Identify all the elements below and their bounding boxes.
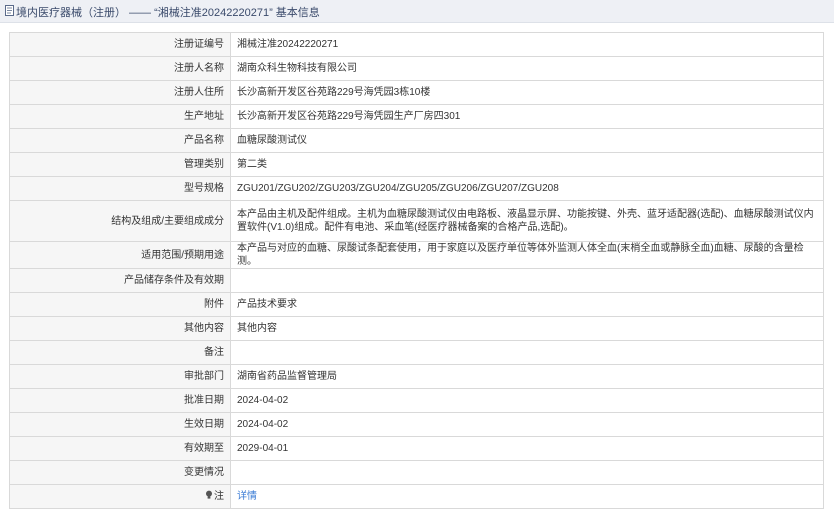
row-value-note: 详情 <box>230 484 824 509</box>
row-label-approval-date: 批准日期 <box>9 388 231 413</box>
row-label-registrant-address: 注册人住所 <box>9 80 231 105</box>
row-value-change-status <box>230 460 824 485</box>
basic-info-table: 注册证编号 湘械注准20242220271 注册人名称 湖南众科生物科技有限公司… <box>9 32 824 509</box>
table-row: 批准日期 2024-04-02 <box>9 388 824 413</box>
row-value-registrant-address: 长沙高新开发区谷苑路229号海凭园3栋10楼 <box>230 80 824 105</box>
row-label-model-spec: 型号规格 <box>9 176 231 201</box>
note-label: 注 <box>214 491 224 502</box>
table-row: 注册证编号 湘械注准20242220271 <box>9 32 824 57</box>
row-label-note: 注 <box>9 484 231 509</box>
table-row: 附件 产品技术要求 <box>9 292 824 317</box>
row-label-other-content: 其他内容 <box>9 316 231 341</box>
table-row: 备注 <box>9 340 824 365</box>
row-value-valid-until: 2029-04-01 <box>230 436 824 461</box>
table-row: 结构及组成/主要组成成分 本产品由主机及配件组成。主机为血糖尿酸测试仪由电路板、… <box>9 200 824 242</box>
document-icon <box>5 5 14 16</box>
table-row: 其他内容 其他内容 <box>9 316 824 341</box>
table-row: 审批部门 湖南省药品监督管理局 <box>9 364 824 389</box>
row-value-structure-composition: 本产品由主机及配件组成。主机为血糖尿酸测试仪由电路板、液晶显示屏、功能按键、外壳… <box>230 200 824 242</box>
row-value-registration-number: 湘械注准20242220271 <box>230 32 824 57</box>
page-header: 境内医疗器械（注册） —— “湘械注准20242220271” 基本信息 <box>0 0 834 23</box>
row-label-registrant-name: 注册人名称 <box>9 56 231 81</box>
row-label-change-status: 变更情况 <box>9 460 231 485</box>
table-row: 变更情况 <box>9 460 824 485</box>
row-label-valid-until: 有效期至 <box>9 436 231 461</box>
table-row: 有效期至 2029-04-01 <box>9 436 824 461</box>
table-row: 注册人住所 长沙高新开发区谷苑路229号海凭园3栋10楼 <box>9 80 824 105</box>
row-value-production-address: 长沙高新开发区谷苑路229号海凭园生产厂房四301 <box>230 104 824 129</box>
table-row: 生效日期 2024-04-02 <box>9 412 824 437</box>
row-label-product-name: 产品名称 <box>9 128 231 153</box>
row-value-remarks <box>230 340 824 365</box>
table-row: 管理类别 第二类 <box>9 152 824 177</box>
row-label-intended-use: 适用范围/预期用途 <box>9 241 231 269</box>
table-row: 生产地址 长沙高新开发区谷苑路229号海凭园生产厂房四301 <box>9 104 824 129</box>
row-value-effective-date: 2024-04-02 <box>230 412 824 437</box>
table-row: 注 详情 <box>9 484 824 509</box>
row-label-production-address: 生产地址 <box>9 104 231 129</box>
row-label-effective-date: 生效日期 <box>9 412 231 437</box>
table-row: 注册人名称 湖南众科生物科技有限公司 <box>9 56 824 81</box>
row-value-model-spec: ZGU201/ZGU202/ZGU203/ZGU204/ZGU205/ZGU20… <box>230 176 824 201</box>
row-label-structure-composition: 结构及组成/主要组成成分 <box>9 200 231 242</box>
row-value-registrant-name: 湖南众科生物科技有限公司 <box>230 56 824 81</box>
table-row: 产品储存条件及有效期 <box>9 268 824 293</box>
row-value-management-category: 第二类 <box>230 152 824 177</box>
row-label-attachment: 附件 <box>9 292 231 317</box>
lightbulb-icon <box>206 490 212 499</box>
page-title: 境内医疗器械（注册） —— “湘械注准20242220271” 基本信息 <box>16 7 320 19</box>
row-value-other-content: 其他内容 <box>230 316 824 341</box>
table-row: 产品名称 血糖尿酸测试仪 <box>9 128 824 153</box>
row-value-storage-validity <box>230 268 824 293</box>
table-row: 型号规格 ZGU201/ZGU202/ZGU203/ZGU204/ZGU205/… <box>9 176 824 201</box>
row-value-intended-use: 本产品与对应的血糖、尿酸试条配套使用，用于家庭以及医疗单位等体外监测人体全血(末… <box>230 241 824 269</box>
row-value-approval-department: 湖南省药品监督管理局 <box>230 364 824 389</box>
row-label-approval-department: 审批部门 <box>9 364 231 389</box>
details-link[interactable]: 详情 <box>237 491 257 502</box>
row-label-remarks: 备注 <box>9 340 231 365</box>
table-row: 适用范围/预期用途 本产品与对应的血糖、尿酸试条配套使用，用于家庭以及医疗单位等… <box>9 241 824 269</box>
row-value-approval-date: 2024-04-02 <box>230 388 824 413</box>
row-value-product-name: 血糖尿酸测试仪 <box>230 128 824 153</box>
row-label-management-category: 管理类别 <box>9 152 231 177</box>
row-label-storage-validity: 产品储存条件及有效期 <box>9 268 231 293</box>
row-value-attachment: 产品技术要求 <box>230 292 824 317</box>
row-label-registration-number: 注册证编号 <box>9 32 231 57</box>
